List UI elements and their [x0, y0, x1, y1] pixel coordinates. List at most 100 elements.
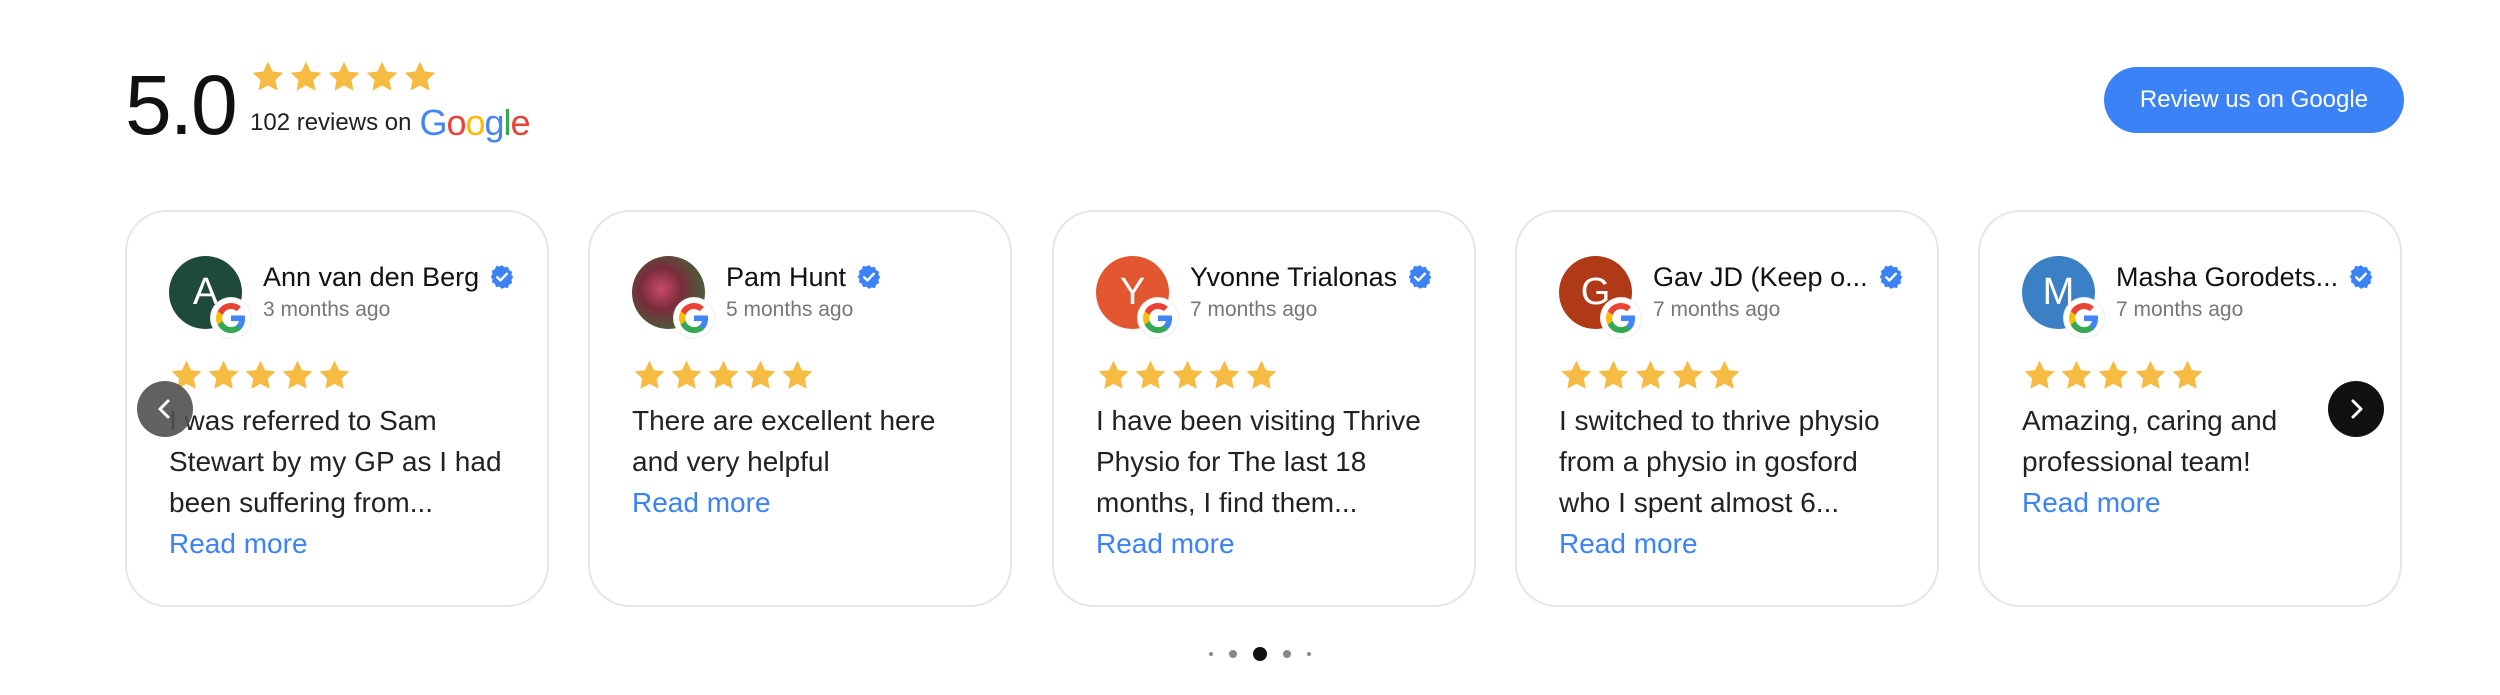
reviewer-name-row: Gav JD (Keep o... — [1653, 260, 1904, 294]
star-icon — [319, 360, 350, 389]
pagination-dot[interactable] — [1283, 650, 1291, 658]
star-icon — [2135, 360, 2166, 389]
star-icon — [1672, 360, 1703, 389]
google-g-icon — [216, 303, 246, 333]
star-icon — [1598, 360, 1629, 389]
star-icon — [1709, 360, 1740, 389]
review-time: 7 months ago — [2116, 298, 2244, 321]
review-time: 3 months ago — [263, 298, 391, 321]
star-icon — [1135, 360, 1166, 389]
review-time: 5 months ago — [726, 298, 854, 321]
review-text: I was referred to Sam Stewart by my GP a… — [169, 405, 502, 518]
reviewer-name-row: Yvonne Trialonas — [1190, 260, 1433, 294]
star-icon — [208, 360, 239, 389]
review-text-block: Amazing, caring and professional team! Re… — [2022, 400, 2372, 523]
verified-badge-icon — [857, 265, 881, 289]
verified-badge-icon — [1408, 265, 1432, 289]
pagination-dot[interactable] — [1209, 652, 1213, 656]
read-more-link[interactable]: Read more — [2022, 482, 2372, 523]
review-us-on-google-button[interactable]: Review us on Google — [2104, 67, 2404, 133]
rating-summary: 5.0 102 reviews on Google — [125, 55, 2400, 155]
review-card: G Gav JD (Keep o... 7 months ago I switched… — [1515, 210, 1939, 607]
reviewer-name: Yvonne Trialonas — [1190, 261, 1398, 292]
review-time: 7 months ago — [1653, 298, 1781, 321]
star-icon — [2061, 360, 2092, 389]
google-g-icon — [1606, 303, 1636, 333]
chevron-right-icon — [2351, 399, 2363, 419]
review-text: There are excellent here and very helpfu… — [632, 405, 936, 477]
google-badge — [674, 298, 714, 338]
verified-badge-icon — [1879, 265, 1902, 289]
reviewer-name: Ann van den Berg — [263, 261, 480, 292]
reviewer-name: Gav JD (Keep o... — [1653, 261, 1868, 292]
star-icon — [708, 360, 739, 389]
star-icon — [671, 360, 702, 389]
star-icon — [404, 61, 436, 91]
read-more-link[interactable]: Read more — [632, 482, 982, 523]
reviewer-name-row: Ann van den Berg — [263, 260, 515, 294]
google-g-icon — [2069, 303, 2099, 333]
star-icon — [366, 61, 398, 91]
star-icon — [1209, 360, 1240, 389]
star-icon — [1098, 360, 1129, 389]
star-icon — [252, 61, 284, 91]
review-text-block: I have been visiting Thrive Physio for T… — [1096, 400, 1446, 564]
google-logo-letter: l — [503, 102, 512, 143]
review-stars — [1559, 358, 1742, 394]
rating-score: 5.0 — [125, 58, 238, 152]
review-text: Amazing, caring and professional team! — [2022, 405, 2278, 477]
google-logo-letter: o — [465, 102, 485, 143]
star-icon — [782, 360, 813, 389]
review-text: I have been visiting Thrive Physio for T… — [1096, 405, 1421, 518]
star-icon — [290, 61, 322, 91]
reviewer-name-row: Pam Hunt — [726, 260, 882, 294]
star-icon — [245, 360, 276, 389]
google-g-icon — [679, 303, 709, 333]
review-text: I switched to thrive physio from a physi… — [1559, 405, 1880, 518]
read-more-link[interactable]: Read more — [1559, 523, 1909, 564]
google-logo-letter: g — [484, 102, 505, 143]
star-icon — [2172, 360, 2203, 389]
reviews-count-line: 102 reviews on Google — [250, 99, 531, 147]
pagination-dot[interactable] — [1253, 647, 1267, 661]
google-badge — [2064, 298, 2104, 338]
star-icon — [634, 360, 665, 389]
google-badge — [1138, 298, 1178, 338]
pagination-dot[interactable] — [1229, 650, 1237, 658]
star-icon — [1172, 360, 1203, 389]
review-text-block: I was referred to Sam Stewart by my GP a… — [169, 400, 519, 564]
star-icon — [2098, 360, 2129, 389]
reviews-count: 102 reviews on — [250, 109, 412, 136]
read-more-link[interactable]: Read more — [1096, 523, 1446, 564]
reviewer-name-row: Masha Gorodets... — [2116, 260, 2374, 294]
review-card: Y Yvonne Trialonas 7 months ago I have been… — [1052, 210, 1476, 607]
review-text-block: I switched to thrive physio from a physi… — [1559, 400, 1909, 564]
chevron-left-icon — [158, 399, 170, 419]
review-stars — [632, 358, 815, 394]
reviewer-name: Masha Gorodets... — [2116, 261, 2339, 292]
google-logo-letter: e — [510, 102, 531, 143]
pagination-dot[interactable] — [1307, 652, 1311, 656]
star-icon — [745, 360, 776, 389]
star-icon — [1635, 360, 1666, 389]
carousel-prev-button[interactable] — [137, 381, 193, 437]
review-stars — [169, 358, 352, 394]
carousel-next-button[interactable] — [2328, 381, 2384, 437]
star-icon — [2024, 360, 2055, 389]
verified-badge-icon — [490, 265, 514, 289]
review-text-block: There are excellent here and very helpfu… — [632, 400, 982, 523]
read-more-link[interactable]: Read more — [169, 523, 519, 564]
reviews-carousel: A Ann van den Berg 3 months ago I was refer… — [125, 210, 2405, 607]
google-logo-letter: o — [446, 102, 466, 143]
google-logo: Google — [419, 102, 531, 144]
review-stars — [1096, 358, 1279, 394]
review-time: 7 months ago — [1190, 298, 1318, 321]
carousel-pagination — [1200, 646, 1320, 662]
google-badge — [211, 298, 251, 338]
star-icon — [328, 61, 360, 91]
reviewer-name: Pam Hunt — [726, 261, 847, 292]
review-stars — [2022, 358, 2205, 394]
google-g-icon — [1143, 303, 1173, 333]
verified-badge-icon — [2349, 265, 2373, 289]
star-icon — [1246, 360, 1277, 389]
